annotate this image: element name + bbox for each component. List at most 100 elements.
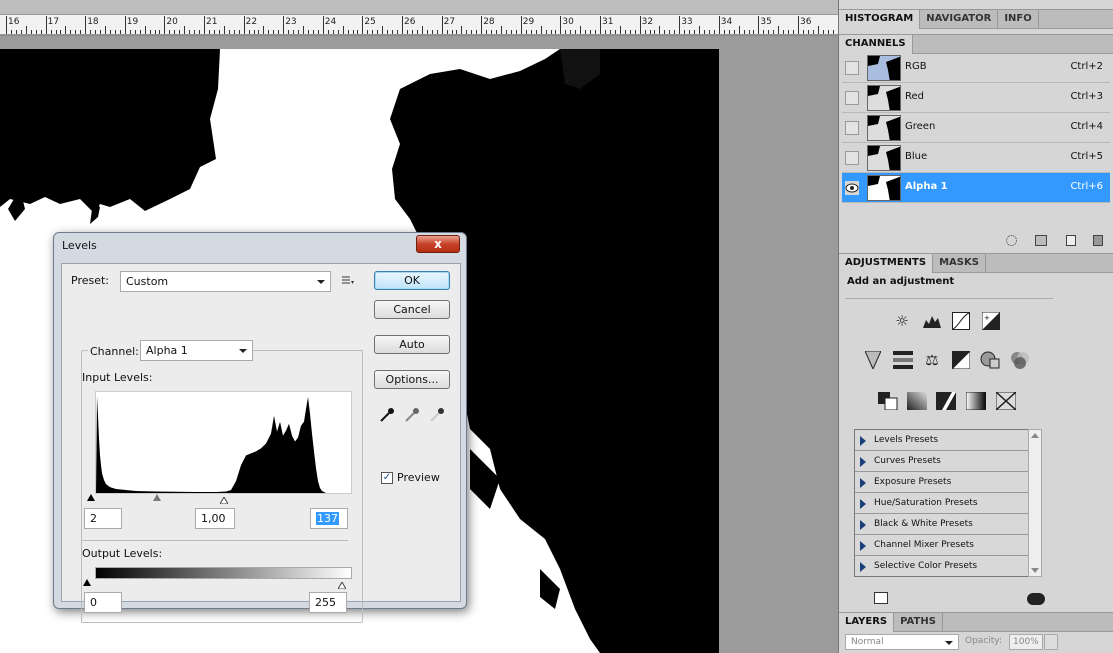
options-button[interactable]: Options...	[374, 370, 450, 389]
close-button[interactable]: x	[416, 235, 460, 253]
preset-item[interactable]: Curves Presets	[855, 451, 1041, 472]
expand-triangle-icon[interactable]	[860, 478, 866, 488]
preset-select[interactable]: Custom	[120, 271, 331, 292]
ruler-number: 33	[681, 17, 693, 27]
visibility-toggle[interactable]	[845, 121, 859, 135]
tab-adjustments[interactable]: ADJUSTMENTS	[839, 254, 934, 273]
opacity-arrow-icon[interactable]	[1044, 634, 1058, 650]
channel-thumbnail	[867, 55, 901, 81]
expand-triangle-icon[interactable]	[860, 499, 866, 509]
ruler-tick	[540, 26, 542, 34]
channel-select[interactable]: Alpha 1	[140, 340, 253, 361]
ruler-tick	[669, 30, 671, 34]
channel-row[interactable]: Green Ctrl+4	[842, 113, 1110, 143]
ruler-tick	[768, 30, 770, 34]
ruler-tick	[694, 30, 696, 34]
visibility-toggle[interactable]	[845, 91, 859, 105]
preview-checkbox[interactable]: ✓	[381, 472, 393, 484]
ruler-tick	[90, 30, 92, 34]
scroll-down-icon[interactable]	[1031, 568, 1039, 573]
preset-item[interactable]: Selective Color Presets	[855, 556, 1041, 576]
cancel-button[interactable]: Cancel	[374, 300, 450, 319]
channel-shortcut: Ctrl+3	[1070, 91, 1103, 102]
expand-triangle-icon[interactable]	[860, 520, 866, 530]
visibility-toggle[interactable]	[845, 151, 859, 165]
input-black-slider[interactable]	[87, 494, 95, 501]
preset-item[interactable]: Hue/Saturation Presets	[855, 493, 1041, 514]
color-balance-icon[interactable]: ⚖	[921, 349, 943, 371]
input-gamma-field[interactable]: 1,00	[195, 508, 235, 529]
ruler-tick	[466, 30, 468, 34]
input-black-field[interactable]: 2	[84, 508, 122, 529]
new-channel-icon[interactable]	[1066, 235, 1076, 246]
preset-label: Levels Presets	[874, 435, 939, 445]
expand-triangle-icon[interactable]	[860, 436, 866, 446]
channel-mixer-icon[interactable]	[1009, 349, 1031, 371]
black-eyedropper-icon[interactable]	[378, 406, 396, 424]
preset-item[interactable]: Levels Presets	[855, 430, 1041, 451]
ruler-tick	[590, 30, 592, 34]
ruler-number: 31	[602, 17, 614, 27]
ruler-tick	[580, 26, 582, 34]
scroll-up-icon[interactable]	[1031, 433, 1039, 438]
expand-view-icon[interactable]	[874, 592, 888, 604]
chevron-down-icon	[239, 349, 247, 353]
channel-row[interactable]: Blue Ctrl+5	[842, 143, 1110, 173]
posterize-icon[interactable]	[906, 390, 928, 412]
gray-eyedropper-icon[interactable]	[403, 406, 421, 424]
vibrance-icon[interactable]	[862, 349, 884, 371]
tab-masks[interactable]: MASKS	[933, 254, 986, 273]
channel-row[interactable]: RGB Ctrl+2	[842, 53, 1110, 83]
gradient-map-icon[interactable]	[965, 390, 987, 412]
expand-triangle-icon[interactable]	[860, 541, 866, 551]
levels-icon[interactable]	[921, 310, 943, 332]
output-black-field[interactable]: 0	[84, 592, 122, 613]
output-white-slider[interactable]	[337, 579, 347, 590]
brightness-icon[interactable]: ☼	[891, 310, 913, 332]
preset-options-icon[interactable]	[342, 276, 354, 286]
preset-item[interactable]: Channel Mixer Presets	[855, 535, 1041, 556]
input-gamma-slider[interactable]	[153, 494, 161, 501]
preset-item[interactable]: Black & White Presets	[855, 514, 1041, 535]
blend-mode-select[interactable]: Normal	[845, 634, 959, 650]
preset-item[interactable]: Exposure Presets	[855, 472, 1041, 493]
ok-button[interactable]: OK	[374, 271, 450, 290]
black-white-icon[interactable]	[950, 349, 972, 371]
channel-row[interactable]: Alpha 1 Ctrl+6	[842, 173, 1110, 203]
input-white-field[interactable]: 137	[310, 508, 348, 529]
threshold-icon[interactable]	[935, 390, 957, 412]
exposure-icon[interactable]: +	[980, 310, 1002, 332]
tab-histogram[interactable]: HISTOGRAM	[839, 10, 921, 29]
output-black-slider[interactable]	[83, 579, 91, 586]
output-white-field[interactable]: 255	[309, 592, 347, 613]
tab-paths[interactable]: PATHS	[894, 613, 943, 632]
preset-label: Hue/Saturation Presets	[874, 498, 978, 508]
input-white-slider[interactable]	[219, 494, 229, 505]
tab-channels[interactable]: CHANNELS	[839, 35, 913, 54]
tab-layers[interactable]: LAYERS	[839, 613, 895, 632]
ruler-tick	[342, 26, 344, 34]
eye-icon[interactable]	[845, 181, 859, 195]
channel-row[interactable]: Red Ctrl+3	[842, 83, 1110, 113]
auto-button[interactable]: Auto	[374, 335, 450, 354]
channel-mask-icon[interactable]	[1035, 235, 1047, 246]
presets-scrollbar[interactable]	[1028, 429, 1042, 577]
ruler-tick	[496, 30, 498, 34]
tab-info[interactable]: INFO	[998, 10, 1039, 29]
invert-icon[interactable]	[877, 390, 899, 412]
curves-icon[interactable]	[950, 310, 972, 332]
hue-saturation-icon[interactable]	[892, 349, 914, 371]
opacity-field[interactable]: 100%	[1009, 634, 1043, 650]
ruler-tick	[55, 30, 57, 34]
photo-filter-icon[interactable]	[979, 349, 1001, 371]
clip-layer-icon[interactable]	[1027, 593, 1045, 605]
expand-triangle-icon[interactable]	[860, 457, 866, 467]
expand-triangle-icon[interactable]	[860, 562, 866, 572]
tab-navigator[interactable]: NAVIGATOR	[920, 10, 999, 29]
ruler-tick	[352, 30, 354, 34]
selective-color-icon[interactable]	[995, 390, 1017, 412]
white-eyedropper-icon[interactable]	[428, 406, 446, 424]
dotted-circle-icon[interactable]	[1006, 235, 1017, 246]
trash-icon[interactable]	[1093, 235, 1103, 246]
visibility-toggle[interactable]	[845, 61, 859, 75]
